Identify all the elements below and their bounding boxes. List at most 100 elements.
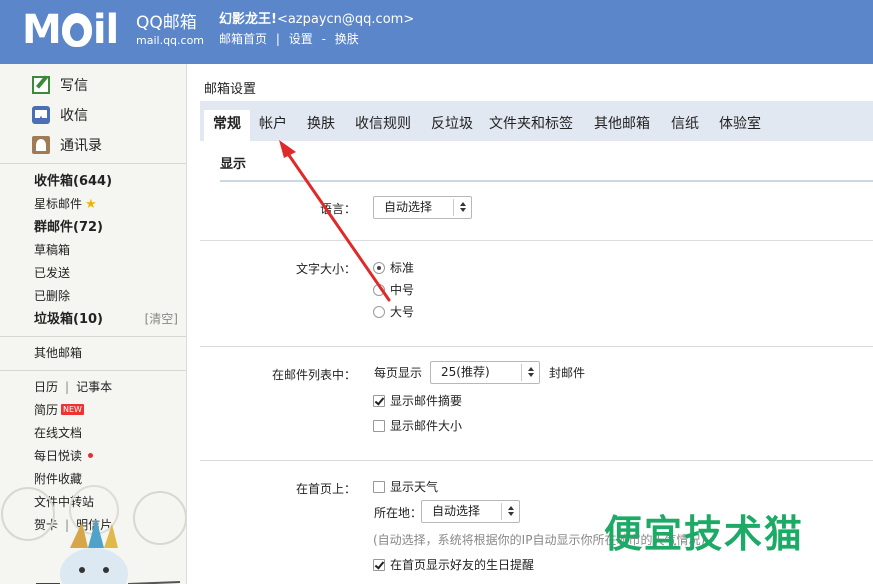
sidebar: 写信 收信 通讯录 收件箱(644) 星标邮件 ★ 群邮件(72) 草稿箱 已发送… (0, 64, 187, 584)
inbox-label: 收信 (60, 108, 88, 124)
language-select[interactable]: 自动选择 (373, 196, 472, 219)
tab-receive-rules[interactable]: 收信规则 (344, 110, 422, 141)
select-arrows-icon (521, 364, 539, 381)
font-size-medium-radio[interactable]: 中号 (373, 281, 414, 298)
watermark: 便宜技术猫 (604, 512, 805, 556)
compose-label: 写信 (60, 78, 88, 94)
attachments-link[interactable]: 附件收藏 (0, 468, 186, 491)
user-info: 幻影龙王!<azpaycn@qq.com> (219, 11, 414, 29)
language-label: 语言： (319, 202, 356, 216)
folder-starred-label: 星标邮件 (34, 197, 83, 211)
link-separator: | (275, 32, 280, 46)
tab-stationery[interactable]: 信纸 (662, 110, 708, 141)
tab-anti-spam[interactable]: 反垃圾 (424, 110, 480, 141)
new-badge: NEW (61, 404, 84, 415)
sidebar-divider (0, 336, 186, 337)
contacts-icon (32, 136, 50, 154)
font-size-large-radio[interactable]: 大号 (373, 303, 414, 320)
birthday-reminder-checkbox[interactable]: 在首页显示好友的生日提醒 (373, 556, 534, 573)
star-icon: ★ (85, 197, 97, 212)
postcard-link[interactable]: 明信片 (76, 518, 112, 532)
tools-card-row: 贺卡 | 明信片 (34, 518, 113, 532)
top-header: M il QQ邮箱 mail.qq.com 幻影龙王!<azpaycn@qq.c… (0, 0, 873, 64)
row-divider (200, 346, 873, 347)
user-email: <azpaycn@qq.com> (276, 12, 415, 27)
qq-mail-logo[interactable]: M il QQ邮箱 mail.qq.com (22, 7, 204, 53)
per-page-prefix: 每页显示 (374, 366, 423, 380)
online-docs-link[interactable]: 在线文档 (0, 422, 186, 445)
font-size-standard-radio[interactable]: 标准 (373, 259, 414, 276)
sidebar-divider (0, 370, 186, 371)
show-size-checkbox[interactable]: 显示邮件大小 (373, 417, 462, 434)
greeting-card-link[interactable]: 贺卡 (34, 518, 58, 532)
settings-main: 邮箱设置 常规 帐户 换肤 收信规则 反垃圾 文件夹和标签 其他邮箱 信纸 体验… (188, 64, 873, 584)
homepage-label: 在首页上： (295, 482, 356, 496)
folder-deleted[interactable]: 已删除 (0, 285, 186, 308)
user-name: 幻影龙王! (219, 12, 277, 27)
folder-list: 收件箱(644) 星标邮件 ★ 群邮件(72) 草稿箱 已发送 已删除 垃圾箱(1… (0, 164, 186, 537)
link-settings[interactable]: 设置 (289, 32, 313, 46)
penguin-logo-icon (61, 13, 92, 47)
show-summary-checkbox[interactable]: 显示邮件摘要 (373, 392, 462, 409)
link-skin[interactable]: 换肤 (335, 32, 359, 46)
sidebar-actions: 写信 收信 通讯录 (0, 64, 186, 164)
location-select[interactable]: 自动选择 (421, 500, 520, 523)
contacts-button[interactable]: 通讯录 (0, 130, 186, 160)
per-page-suffix: 封邮件 (549, 366, 586, 380)
tab-general[interactable]: 常规 (204, 110, 250, 141)
per-page-select[interactable]: 25(推荐) (430, 361, 540, 384)
inbox-icon (32, 106, 50, 124)
section-display-title: 显示 (220, 154, 873, 182)
folder-spam[interactable]: 垃圾箱(10) [清空] (0, 308, 186, 331)
radio-icon (373, 283, 385, 296)
folder-starred[interactable]: 星标邮件 ★ (0, 193, 186, 216)
file-transfer-link[interactable]: 文件中转站 (0, 491, 186, 514)
compose-icon (32, 76, 50, 94)
language-select-value: 自动选择 (384, 200, 433, 214)
link-mail-home[interactable]: 邮箱首页 (219, 32, 267, 46)
show-weather-checkbox[interactable]: 显示天气 (373, 478, 438, 495)
daily-read-link[interactable]: 每日悦读 (0, 445, 186, 468)
unread-dot-icon (88, 453, 94, 458)
mail-list-label: 在邮件列表中： (271, 368, 356, 382)
compose-button[interactable]: 写信 (0, 70, 186, 100)
inbox-button[interactable]: 收信 (0, 100, 186, 130)
font-size-label: 文字大小： (295, 262, 356, 276)
radio-icon (373, 261, 385, 274)
resume-link[interactable]: 简历 NEW (0, 399, 186, 422)
tab-account[interactable]: 帐户 (250, 110, 296, 141)
folder-drafts[interactable]: 草稿箱 (0, 239, 186, 262)
folder-spam-label: 垃圾箱(10) (34, 312, 103, 327)
folder-other-mailbox[interactable]: 其他邮箱 (0, 342, 186, 365)
calendar-link[interactable]: 日历 (34, 380, 58, 394)
tools-calendar-row: 日历 | 记事本 (34, 380, 113, 394)
checkbox-icon (373, 480, 385, 493)
contacts-label: 通讯录 (60, 138, 102, 154)
tab-other-mailbox[interactable]: 其他邮箱 (584, 110, 660, 141)
logo-wordmark: M il (22, 7, 119, 53)
checkbox-icon (373, 394, 385, 407)
folder-inbox[interactable]: 收件箱(644) (0, 170, 186, 193)
link-dash: - (321, 32, 326, 46)
folder-sent[interactable]: 已发送 (0, 262, 186, 285)
settings-tabs: 常规 帐户 换肤 收信规则 反垃圾 文件夹和标签 其他邮箱 信纸 体验室 (200, 101, 873, 141)
daily-read-label: 每日悦读 (34, 449, 83, 463)
tab-folders-labels[interactable]: 文件夹和标签 (481, 110, 581, 141)
checkbox-icon (373, 558, 385, 571)
tab-skin[interactable]: 换肤 (298, 110, 344, 141)
row-divider (200, 240, 873, 241)
empty-spam-link[interactable]: [清空] (145, 308, 178, 331)
notebook-link[interactable]: 记事本 (76, 380, 112, 394)
select-arrows-icon (453, 199, 471, 216)
location-label: 所在地： (374, 506, 423, 520)
resume-label: 简历 (34, 403, 59, 417)
radio-icon (373, 305, 385, 318)
row-divider (200, 460, 873, 461)
header-links: 邮箱首页 | 设置 - 换肤 (219, 30, 359, 48)
per-page-select-value: 25(推荐) (441, 365, 490, 379)
checkbox-icon (373, 419, 385, 432)
folder-group-mail[interactable]: 群邮件(72) (0, 216, 186, 239)
select-arrows-icon (501, 503, 519, 520)
tab-lab[interactable]: 体验室 (708, 110, 772, 141)
page-title: 邮箱设置 (204, 82, 257, 97)
